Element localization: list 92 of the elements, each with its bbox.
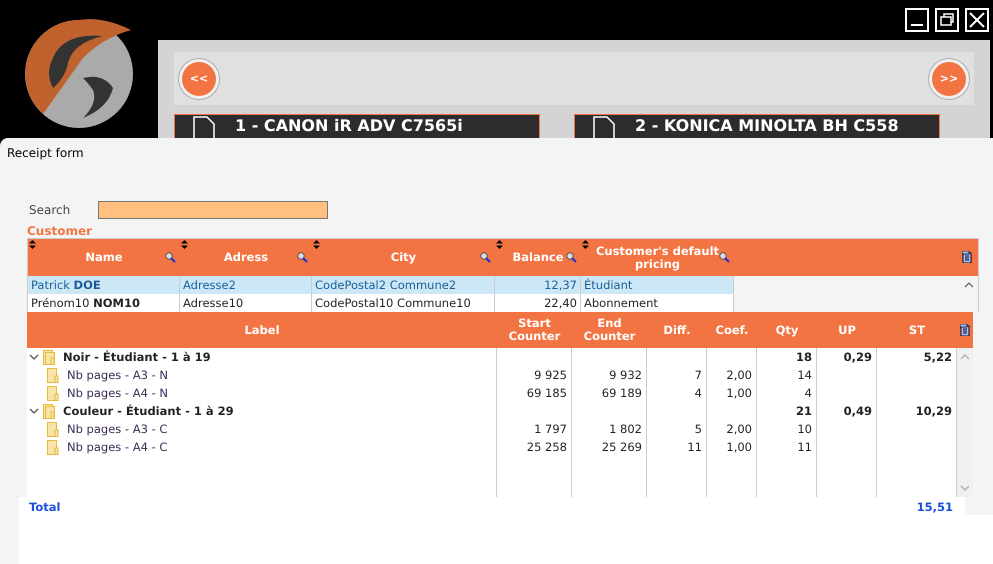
table-cell[interactable]: 22,40 — [495, 294, 581, 312]
restore-button[interactable] — [935, 8, 959, 32]
table-cell[interactable]: CodePostal10 Commune10 — [312, 294, 495, 312]
table-cell: 4 — [757, 384, 817, 402]
table-cell: 2,00 — [707, 366, 757, 384]
device-name: 2 - KONICA MINOLTA BH C558 — [635, 116, 899, 136]
table-cell: 21 — [757, 402, 817, 420]
column-header[interactable]: Label — [244, 324, 280, 336]
column-header[interactable]: Adress — [224, 251, 268, 264]
column-header[interactable]: Customer's default pricing — [595, 244, 720, 270]
next-button[interactable]: >> — [929, 58, 969, 98]
total-value: 15,51 — [916, 499, 954, 516]
table-cell: 1 797 — [497, 420, 572, 438]
table-cell: 11 — [647, 438, 707, 456]
search-icon[interactable] — [480, 252, 491, 263]
sort-icon[interactable] — [496, 240, 503, 249]
table-cell: 14 — [757, 366, 817, 384]
table-cell[interactable]: Étudiant — [581, 276, 734, 294]
previous-button[interactable]: << — [179, 58, 219, 98]
restore-icon[interactable] — [939, 12, 955, 28]
table-cell: 69 189 — [572, 384, 647, 402]
table-cell: 9 932 — [572, 366, 647, 384]
table-cell[interactable]: Adresse2 — [180, 276, 312, 294]
device-card[interactable]: 2 - KONICA MINOLTA BH C558 — [574, 114, 940, 138]
item-label: Nb pages - A3 - C — [67, 422, 168, 436]
table-cell: 5 — [647, 420, 707, 438]
column-header[interactable]: Qty — [776, 324, 798, 336]
table-cell: 1,00 — [707, 384, 757, 402]
table-cell: 0,29 — [817, 348, 877, 366]
folder-icon — [43, 350, 55, 364]
folder-icon — [43, 404, 55, 418]
column-header[interactable]: ST — [908, 324, 926, 336]
table-cell: 69 185 — [497, 384, 572, 402]
dialog-title: Receipt form — [7, 146, 84, 160]
sort-icon[interactable] — [29, 240, 36, 249]
group-label: Noir - Étudiant - 1 à 19 — [63, 350, 211, 364]
table-cell: 2,00 — [707, 420, 757, 438]
close-button[interactable] — [965, 8, 989, 32]
search-icon[interactable] — [719, 252, 730, 263]
column-header[interactable]: End Counter — [572, 317, 647, 343]
sort-icon[interactable] — [582, 240, 589, 249]
minimize-button[interactable] — [905, 8, 929, 32]
table-cell[interactable]: 12,37 — [495, 276, 581, 294]
column-header[interactable]: Balance — [512, 251, 564, 264]
device-name: 1 - CANON iR ADV C7565i — [235, 116, 463, 136]
device-card[interactable]: 1 - CANON iR ADV C7565i — [174, 114, 540, 138]
column-chooser-icon[interactable] — [962, 251, 972, 263]
table-cell[interactable]: Prénom10 NOM10 — [28, 294, 180, 312]
search-icon[interactable] — [566, 252, 577, 263]
table-cell: 1,00 — [707, 438, 757, 456]
sort-icon[interactable] — [181, 240, 188, 249]
table-cell: 4 — [647, 384, 707, 402]
folder-icon — [47, 422, 59, 436]
table-cell: 11 — [757, 438, 817, 456]
total-label: Total — [28, 499, 62, 516]
table-cell: 9 925 — [497, 366, 572, 384]
logo-icon — [23, 18, 135, 130]
scroll-up-icon[interactable] — [964, 282, 974, 288]
sort-icon[interactable] — [313, 240, 320, 249]
column-header[interactable]: Name — [85, 251, 123, 264]
search-icon[interactable] — [297, 252, 308, 263]
table-cell: 0,49 — [817, 402, 877, 420]
table-cell: 10 — [757, 420, 817, 438]
table-cell: 18 — [757, 348, 817, 366]
item-label: Nb pages - A3 - N — [67, 368, 168, 382]
table-cell: 1 802 — [572, 420, 647, 438]
column-header[interactable]: Start Counter — [497, 317, 572, 343]
close-icon[interactable] — [969, 12, 985, 28]
table-cell[interactable]: Abonnement — [581, 294, 734, 312]
table-cell[interactable]: Patrick DOE — [28, 276, 180, 294]
column-header[interactable]: Diff. — [663, 324, 691, 336]
table-cell: 7 — [647, 366, 707, 384]
chevron-icon[interactable] — [29, 354, 39, 360]
table-cell: 25 258 — [497, 438, 572, 456]
search-field[interactable] — [98, 201, 328, 219]
item-label: Nb pages - A4 - N — [67, 386, 168, 400]
column-header[interactable]: UP — [838, 324, 856, 336]
section-title: Customer — [27, 224, 92, 238]
table-cell[interactable]: CodePostal2 Commune2 — [312, 276, 495, 294]
table-cell[interactable]: Adresse10 — [180, 294, 312, 312]
item-label: Nb pages - A4 - C — [67, 440, 168, 454]
folder-icon — [47, 368, 59, 382]
column-header[interactable]: Coef. — [716, 324, 748, 336]
table-cell: 25 269 — [572, 438, 647, 456]
column-chooser-icon[interactable] — [960, 324, 970, 336]
folder-icon — [47, 386, 59, 400]
group-label: Couleur - Étudiant - 1 à 29 — [63, 404, 234, 418]
search-icon[interactable] — [165, 252, 176, 263]
chevron-icon[interactable] — [29, 408, 39, 414]
search-label: Search — [29, 203, 70, 217]
column-header[interactable]: City — [390, 251, 416, 264]
folder-icon — [47, 440, 59, 454]
